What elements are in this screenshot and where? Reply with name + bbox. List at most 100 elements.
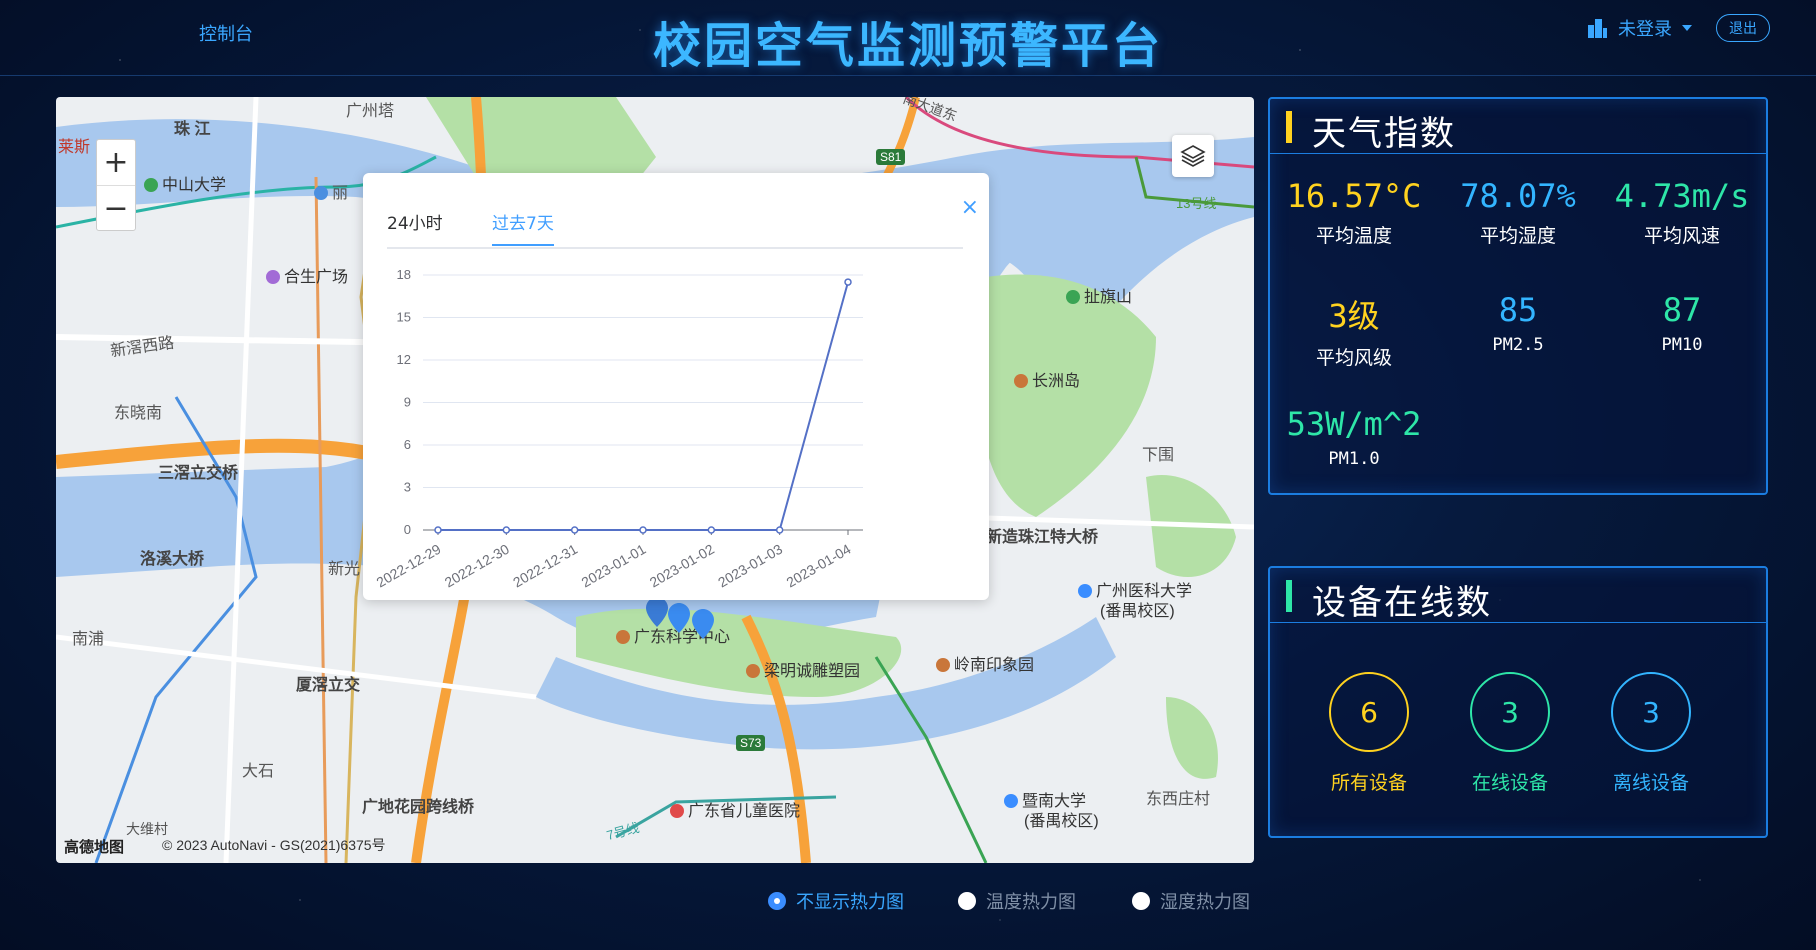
data-point	[502, 526, 511, 534]
x-tick-label: 2022-12-31	[510, 541, 580, 591]
data-point	[570, 526, 579, 534]
line-chart: 0 3 6 9 12 15 18 2022-12-292022-12-302022-12-31…	[373, 267, 863, 591]
devices-panel-header: 设备在线数	[1270, 568, 1766, 623]
map-label: 南浦	[72, 631, 105, 648]
radio-icon[interactable]	[1132, 892, 1150, 910]
user-area: 未登录 退出	[1586, 14, 1770, 42]
device-marker-icon[interactable]	[646, 597, 668, 627]
weather-value: 78.07%	[1460, 177, 1576, 215]
y-tick-label: 12	[397, 352, 411, 367]
y-tick-label: 9	[404, 395, 411, 410]
user-menu[interactable]: 未登录	[1618, 15, 1672, 41]
heatmap-option-label: 湿度热力图	[1160, 892, 1250, 913]
weather-label: 平均温度	[1315, 225, 1392, 247]
x-tick-label: 2023-01-01	[578, 541, 648, 591]
heatmap-option-none[interactable]: 不显示热力图	[768, 888, 904, 914]
weather-panel-header: 天气指数	[1270, 99, 1766, 154]
data-point	[434, 526, 442, 534]
device-label: 在线设备	[1471, 772, 1548, 794]
data-point	[775, 526, 784, 534]
map-label: 厦滘立交	[296, 677, 361, 694]
heatmap-option-temperature[interactable]: 温度热力图	[958, 888, 1076, 914]
map-copyright: © 2023 AutoNavi - GS(2021)6375号	[162, 837, 386, 853]
title-accent-bar	[1286, 111, 1292, 143]
y-tick-label: 18	[397, 267, 411, 282]
zoom-out-button[interactable]: −	[97, 185, 135, 230]
weather-item-pm1: 53W/m^2 PM1.0	[1274, 405, 1434, 469]
map-view[interactable]: 珠 江 莱斯 中山大学 广州塔 丽 合生广场 新滘西路 东晓南 三滘立交桥 洛溪…	[56, 97, 1254, 863]
weather-item-pm10: 87 PM10	[1602, 291, 1762, 355]
weather-value: 16.57°C	[1286, 177, 1422, 215]
map-label: 新光	[328, 561, 361, 578]
heatmap-option-label: 温度热力图	[986, 892, 1076, 913]
device-count: 3	[1611, 672, 1691, 752]
map-label: 丽	[314, 179, 348, 203]
weather-label: PM2.5	[1492, 335, 1544, 355]
data-point	[844, 278, 852, 286]
map-label: 新造珠江特大桥	[986, 529, 1099, 546]
map-label: 珠 江	[174, 121, 211, 138]
heatmap-option-label: 不显示热力图	[796, 892, 904, 913]
device-marker-icon[interactable]	[692, 609, 714, 639]
devices-panel: 设备在线数 6 所有设备 3 在线设备 3 离线设备	[1268, 566, 1768, 838]
weather-item-humidity: 78.07% 平均湿度	[1438, 177, 1598, 248]
header: 控制台 校园空气监测预警平台 未登录 退出	[0, 0, 1816, 76]
layers-icon	[1180, 145, 1206, 167]
data-point	[707, 526, 716, 534]
layers-button[interactable]	[1172, 135, 1214, 177]
y-tick-label: 6	[404, 437, 411, 452]
map-label: 扯旗山	[1066, 283, 1132, 307]
weather-value: 4.73m/s	[1614, 177, 1750, 215]
weather-value: 3级	[1328, 297, 1380, 335]
device-stat-online[interactable]: 3 在线设备	[1455, 672, 1565, 795]
logout-button[interactable]: 退出	[1716, 14, 1770, 42]
map-label: 长洲岛	[1014, 367, 1080, 391]
device-stat-all[interactable]: 6 所有设备	[1314, 672, 1424, 795]
zoom-control: + −	[96, 139, 136, 231]
map-label: S81	[876, 149, 906, 165]
map-label: 下围	[1142, 447, 1175, 464]
map-label: 广州塔	[346, 103, 395, 120]
title-accent-bar	[1286, 580, 1292, 612]
devices-panel-title: 设备在线数	[1312, 583, 1492, 623]
weather-label: PM1.0	[1328, 449, 1380, 469]
map-label: 广东省儿童医院	[670, 797, 800, 821]
chevron-down-icon[interactable]	[1682, 25, 1692, 31]
map-label: 大石	[242, 763, 275, 780]
x-tick-label: 2022-12-30	[442, 541, 512, 591]
device-label: 所有设备	[1330, 772, 1407, 794]
map-label: 梁明诚雕塑园	[746, 657, 860, 681]
weather-panel-title: 天气指数	[1312, 114, 1456, 154]
weather-panel: 天气指数 16.57°C 平均温度 78.07% 平均湿度 4.73m/s 平均…	[1268, 97, 1768, 495]
building-icon	[1588, 19, 1607, 38]
x-tick-label: 2023-01-03	[715, 541, 785, 591]
history-chart-popup: 24小时 过去7天 × 0 3 6 9 12 15 18 2022-12-29 2022-12-…	[363, 173, 989, 600]
weather-item-temp: 16.57°C 平均温度	[1274, 177, 1434, 248]
weather-value: 53W/m^2	[1286, 405, 1422, 443]
map-label: 广地花园跨线桥	[362, 799, 475, 816]
device-stat-offline[interactable]: 3 离线设备	[1596, 672, 1706, 795]
device-marker-icon[interactable]	[668, 603, 690, 633]
map-label: 三滘立交桥	[158, 465, 239, 482]
radio-icon[interactable]	[958, 892, 976, 910]
weather-label: PM10	[1661, 335, 1703, 355]
zoom-in-button[interactable]: +	[97, 140, 135, 185]
series-line	[438, 281, 849, 531]
x-tick-label: 2022-12-29	[373, 541, 443, 591]
y-tick-label: 15	[397, 310, 411, 325]
radio-selected-icon[interactable]	[768, 892, 786, 910]
device-label: 离线设备	[1612, 772, 1689, 794]
amap-logo: 高德地图	[64, 839, 125, 856]
weather-value: 85	[1498, 291, 1538, 329]
weather-item-windlevel: 3级 平均风级	[1274, 291, 1434, 370]
x-tick-label: 2023-01-04	[783, 541, 853, 591]
map-label: (番禺校区)	[1024, 813, 1099, 830]
map-label: 13号线	[1176, 196, 1217, 211]
weather-label: 平均风速	[1643, 225, 1720, 247]
map-label: 莱斯	[58, 139, 91, 156]
y-tick-label: 0	[404, 522, 411, 537]
weather-value: 87	[1662, 291, 1702, 329]
weather-label: 平均风级	[1315, 347, 1392, 369]
heatmap-option-humidity[interactable]: 湿度热力图	[1132, 888, 1250, 914]
map-label: 洛溪大桥	[140, 551, 205, 568]
